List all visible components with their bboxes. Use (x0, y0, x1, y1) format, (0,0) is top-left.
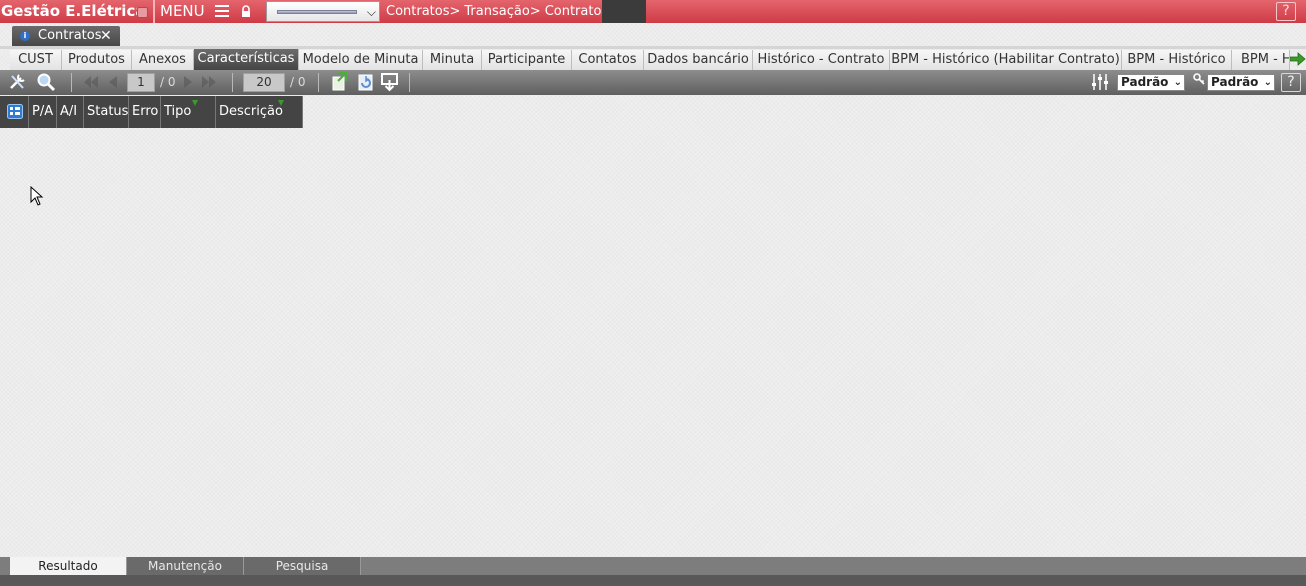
toolbar-divider (318, 73, 319, 92)
search-icon[interactable] (36, 72, 56, 92)
tab-contatos[interactable]: Contatos (572, 50, 644, 70)
toolbar-divider (409, 73, 410, 92)
page-size-input[interactable]: 20 (243, 73, 285, 92)
export-icon[interactable] (330, 72, 350, 92)
tab-caracteristicas[interactable]: Características (194, 49, 299, 70)
breadcrumb: Contratos> Transação> Contratos> (386, 0, 623, 23)
breadcrumb-item[interactable]: Contratos> (386, 4, 460, 19)
page-total: / 0 (160, 75, 176, 89)
tab-bpm-h-truncated[interactable]: BPM - H (1232, 50, 1290, 70)
select-value-bar (277, 10, 357, 14)
refresh-icon[interactable] (356, 72, 376, 92)
tab-contratos[interactable]: i Contratos ✕ (12, 26, 120, 46)
mouse-cursor-icon (30, 186, 44, 206)
column-header-tipo-label: Tipo (164, 104, 192, 119)
close-icon[interactable]: ✕ (100, 26, 112, 46)
rows-total: / 0 (290, 75, 306, 89)
tab-bpm-historico-habilitar[interactable]: BPM - Histórico (Habilitar Contrato) (890, 50, 1122, 70)
chevron-down-icon: ⌄ (1263, 77, 1272, 88)
toolbar-divider (232, 73, 233, 92)
column-header-descricao[interactable]: Descrição (216, 96, 303, 128)
filter-icon[interactable] (192, 100, 198, 106)
view-select[interactable]: Padrão ⌄ (1117, 74, 1185, 91)
tab-modelo-de-minuta[interactable]: Modelo de Minuta (299, 50, 423, 70)
chevron-down-icon: ⌵ (366, 5, 376, 19)
column-header-descricao-label: Descrição (219, 104, 283, 119)
grid-header: P/A A/I Status Erro Tipo Descrição (0, 96, 303, 128)
arrow-right-icon[interactable] (1290, 52, 1306, 66)
key-icon (1193, 73, 1205, 85)
breadcrumb-end (602, 0, 646, 23)
layout-select-value: Padrão (1211, 75, 1259, 89)
tab-historico-contrato[interactable]: Histórico - Contrato (753, 50, 890, 70)
bottom-tab-bar: Resultado Manutenção Pesquisa (0, 557, 1306, 575)
help-icon[interactable]: ? (1276, 2, 1296, 21)
tab-cust[interactable]: CUST (10, 50, 62, 70)
view-select-value: Padrão (1121, 75, 1169, 89)
tab-produtos[interactable]: Produtos (62, 50, 132, 70)
next-page-icon[interactable] (179, 74, 197, 90)
filter-icon[interactable] (278, 100, 284, 106)
menu-button[interactable]: MENU (160, 0, 234, 23)
select-column[interactable] (0, 96, 29, 128)
column-header-ai[interactable]: A/I (57, 96, 84, 128)
settings-sliders-icon[interactable] (1090, 72, 1110, 92)
toolbar-divider (71, 73, 72, 92)
tools-icon[interactable] (7, 72, 27, 92)
tab-label: Contratos (38, 28, 102, 43)
column-header-pa[interactable]: P/A (29, 96, 57, 128)
tab-anexos[interactable]: Anexos (132, 50, 194, 70)
window-restore-icon[interactable] (137, 7, 148, 18)
divider (153, 0, 155, 23)
tab-participante[interactable]: Participante (482, 50, 572, 70)
grid-columns-icon[interactable] (7, 104, 23, 119)
column-header-tipo[interactable]: Tipo (161, 96, 216, 128)
tab-minuta[interactable]: Minuta (423, 50, 482, 70)
page-number-input[interactable]: 1 (127, 73, 155, 92)
module-select[interactable]: ⌵ (266, 1, 380, 22)
toolbar-help-icon[interactable]: ? (1281, 73, 1301, 92)
menu-label: MENU (160, 2, 205, 20)
previous-page-icon[interactable] (104, 74, 122, 90)
first-page-icon[interactable] (82, 74, 100, 90)
top-bar: Gestão E.Elétrica MENU ⌵ Contratos> Trans… (0, 0, 1306, 23)
hamburger-icon (215, 5, 229, 17)
tab-pesquisa[interactable]: Pesquisa (244, 557, 361, 575)
subtab-bar: CUST Produtos Anexos Características Mod… (0, 49, 1306, 70)
status-strip (0, 575, 1306, 586)
tab-manutencao[interactable]: Manutenção (127, 557, 244, 575)
last-page-icon[interactable] (200, 74, 218, 90)
column-header-status[interactable]: Status (84, 96, 129, 128)
tab-resultado[interactable]: Resultado (10, 557, 127, 575)
app-title: Gestão E.Elétrica (1, 2, 146, 20)
breadcrumb-item[interactable]: Transação> (464, 4, 540, 19)
tab-dados-bancario[interactable]: Dados bancário (644, 50, 753, 70)
download-icon[interactable] (380, 72, 400, 92)
tab-bpm-historico[interactable]: BPM - Histórico (1122, 50, 1232, 70)
info-icon: i (20, 31, 30, 41)
toolbar: 1 / 0 20 / 0 Padrão ⌄ Padrão ⌄ ? (0, 70, 1306, 95)
layout-select[interactable]: Padrão ⌄ (1207, 74, 1275, 91)
column-header-erro[interactable]: Erro (129, 96, 161, 128)
lock-icon[interactable] (240, 5, 252, 18)
chevron-down-icon: ⌄ (1173, 77, 1182, 88)
